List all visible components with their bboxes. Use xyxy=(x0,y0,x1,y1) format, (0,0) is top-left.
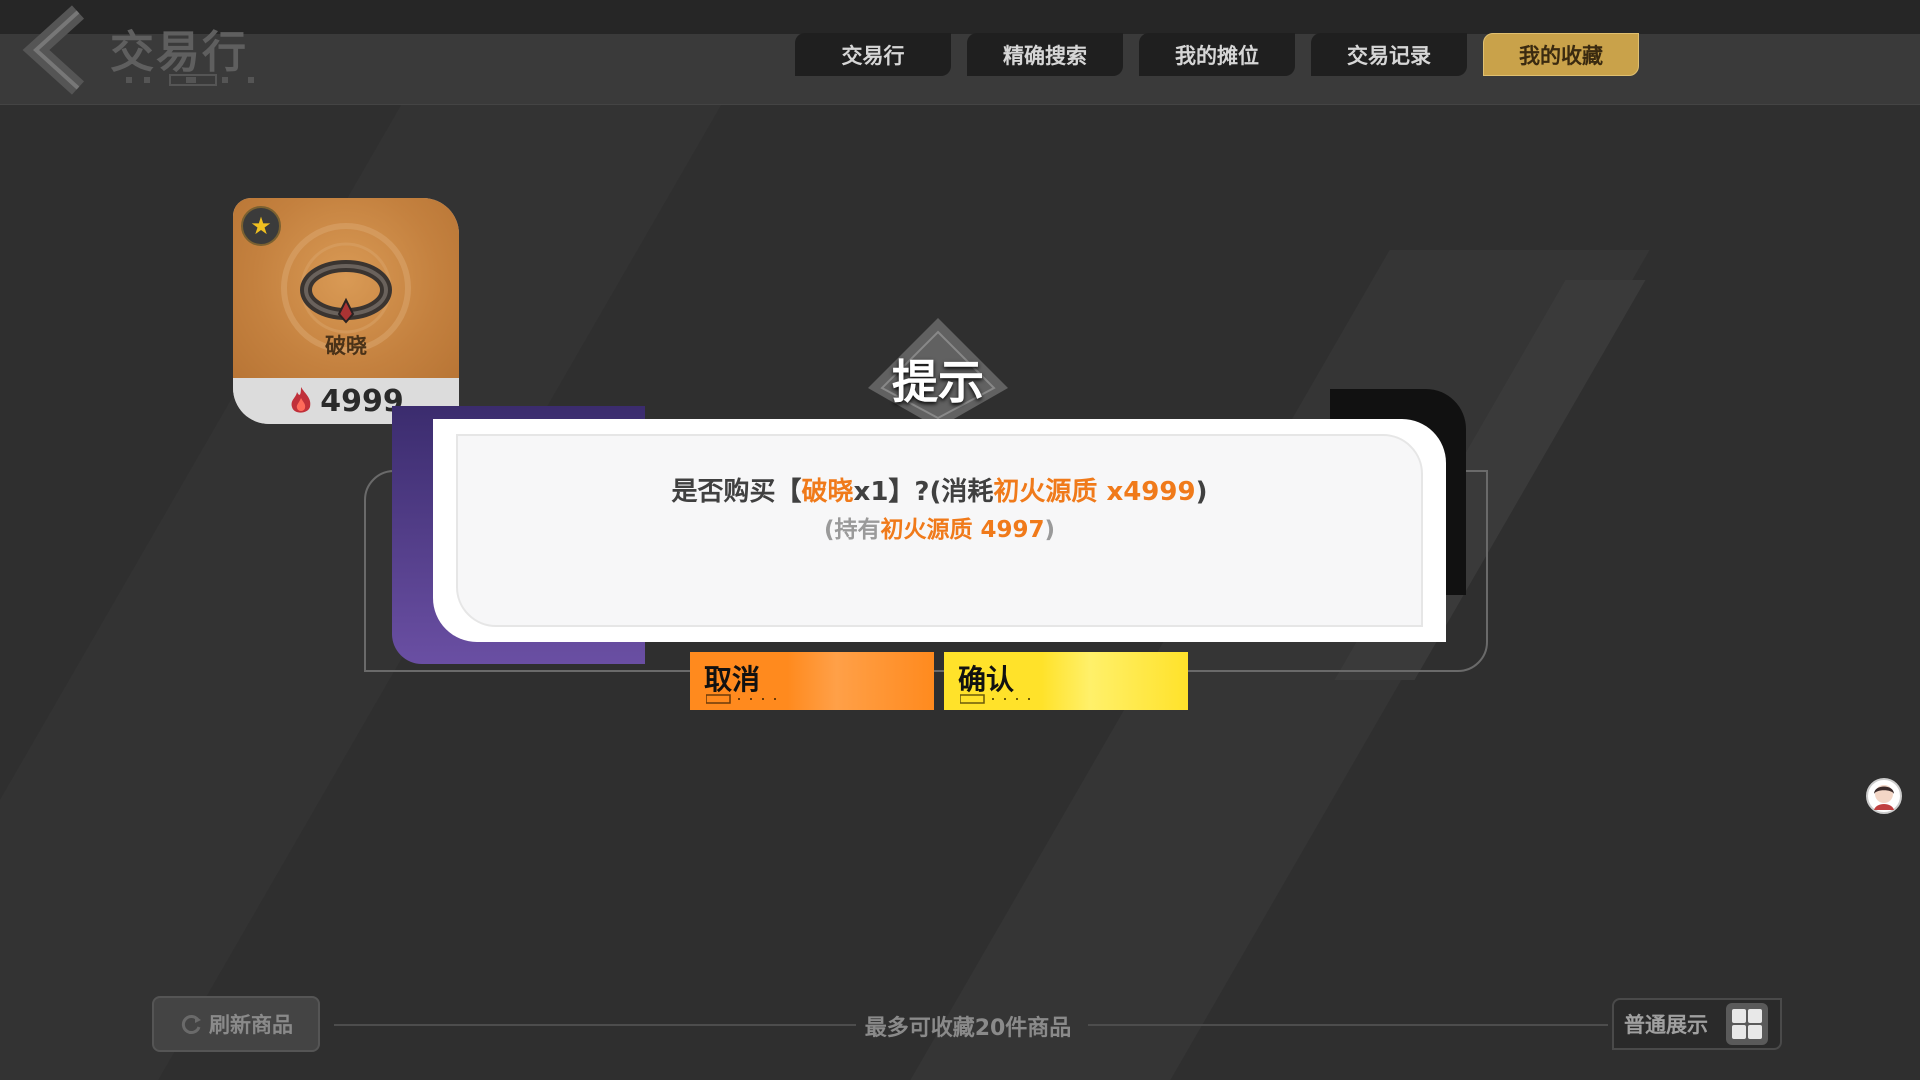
confirm-label: 确认 xyxy=(958,663,1015,696)
tab-trade[interactable]: 交易行 xyxy=(795,33,951,76)
back-button[interactable] xyxy=(22,4,92,96)
item-name: 破晓 xyxy=(325,334,367,358)
favorite-star-icon[interactable]: ★ xyxy=(241,206,281,246)
tab-favorites[interactable]: 我的收藏 xyxy=(1483,33,1639,76)
confirm-button[interactable]: 确认 xyxy=(944,652,1188,710)
cancel-label: 取消 xyxy=(704,663,761,696)
purchase-dialog: 是否购买【破晓x1】?(消耗初火源质 x4999) (持有初火源质 4997) xyxy=(433,419,1446,642)
dialog-title: 提示 xyxy=(892,355,984,409)
avatar-icon[interactable] xyxy=(1866,778,1902,814)
purchase-question: 是否购买【破晓x1】?(消耗初火源质 x4999) xyxy=(433,471,1446,508)
question-suffix: ) xyxy=(1195,477,1208,507)
view-mode-label: 普通展示 xyxy=(1624,1013,1708,1037)
view-mode-toggle[interactable]: 普通展示 xyxy=(1612,998,1782,1050)
refresh-icon xyxy=(181,1015,201,1034)
refresh-label: 刷新商品 xyxy=(209,1013,293,1037)
flame-icon xyxy=(291,387,311,413)
tab-search[interactable]: 精确搜索 xyxy=(967,33,1123,76)
button-decoration xyxy=(960,694,1030,704)
refresh-button[interactable]: 刷新商品 xyxy=(152,996,320,1052)
avatar-face-icon xyxy=(1874,785,1894,810)
favorites-limit-note: 最多可收藏20件商品 xyxy=(864,1016,1072,1041)
cancel-button[interactable]: 取消 xyxy=(690,652,934,710)
top-strip xyxy=(0,0,1920,34)
tab-records[interactable]: 交易记录 xyxy=(1311,33,1467,76)
question-item-name: 破晓 xyxy=(801,477,854,507)
button-decoration xyxy=(706,694,776,704)
page-title: 交易行 xyxy=(110,27,248,78)
question-cost: 初火源质 x4999 xyxy=(993,477,1196,507)
tab-my-stall[interactable]: 我的摊位 xyxy=(1139,33,1295,76)
back-arrow-icon xyxy=(22,5,85,95)
holding-amount: 初火源质 4997 xyxy=(880,517,1045,543)
item-card[interactable]: ★ 破晓 4999 xyxy=(233,198,459,424)
holding-info: (持有初火源质 4997) xyxy=(433,510,1446,544)
title-decoration xyxy=(126,74,254,86)
question-quantity: x1 xyxy=(853,477,889,507)
footer-divider-right xyxy=(1088,1024,1608,1026)
tab-bar: 交易行 精确搜索 我的摊位 交易记录 我的收藏 xyxy=(795,33,1639,76)
footer-divider-left xyxy=(334,1024,856,1026)
holding-prefix: (持有 xyxy=(823,517,881,543)
question-middle: 】?(消耗 xyxy=(888,477,994,507)
grid-view-icon xyxy=(1726,1003,1768,1045)
holding-suffix: ) xyxy=(1044,517,1056,543)
question-prefix: 是否购买【 xyxy=(671,477,802,507)
